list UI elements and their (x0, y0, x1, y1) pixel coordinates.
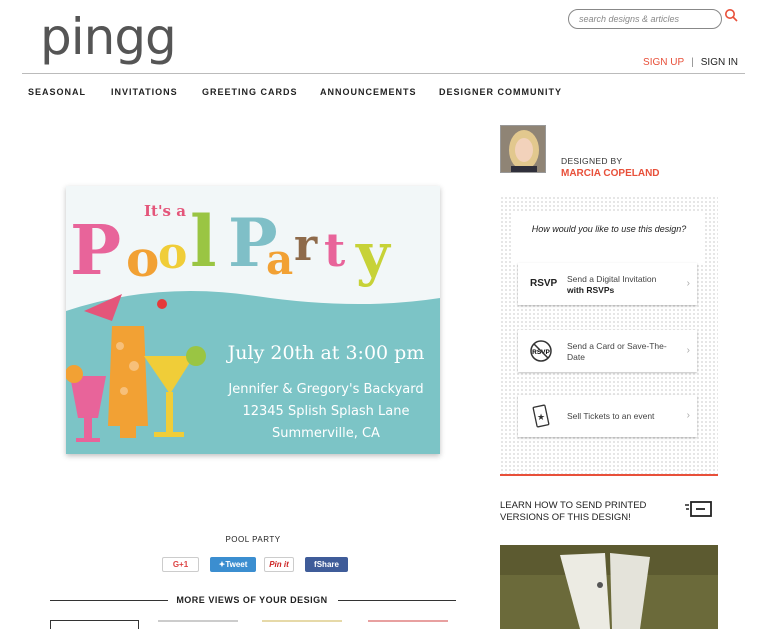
no-rsvp-icon: RSVP (530, 340, 552, 362)
send-digital-invitation-option[interactable]: RSVP Send a Digital Invitation with RSVPs… (518, 263, 697, 305)
chevron-right-icon: › (686, 345, 690, 356)
share-label: Share (316, 560, 339, 569)
divider-right (338, 600, 456, 601)
twitter-icon: ✦ (218, 560, 226, 569)
card-small-title: It's a (144, 202, 186, 220)
invitation-card-preview[interactable]: It's a P o o l P a r t y July 20th at 3:… (66, 186, 440, 454)
sell-tickets-option[interactable]: ★ Sell Tickets to an event › (518, 395, 697, 437)
usage-question: How would you like to use this design? (513, 212, 705, 264)
designer-avatar[interactable] (500, 125, 546, 173)
svg-text:y: y (355, 220, 392, 288)
nav-invitations[interactable]: INVITATIONS (111, 87, 202, 97)
view-thumbnail[interactable] (262, 620, 342, 629)
more-views-heading: MORE VIEWS OF YOUR DESIGN (176, 595, 328, 605)
auth-separator: | (691, 57, 694, 68)
card-address: 12345 Splish Splash Lane (242, 404, 410, 419)
tweet-label: Tweet (225, 560, 248, 569)
view-thumbnail[interactable] (368, 620, 448, 629)
pin-it-button[interactable]: Pin it (264, 557, 294, 572)
send-card-option[interactable]: RSVP Send a Card or Save-The-Date › (518, 330, 697, 372)
nav-announcements[interactable]: ANNOUNCEMENTS (320, 87, 439, 97)
svg-text:l: l (190, 200, 217, 283)
design-name: POOL PARTY (225, 535, 281, 544)
search-icon[interactable] (724, 8, 738, 22)
nav-seasonal[interactable]: SEASONAL (28, 87, 111, 97)
chevron-right-icon: › (686, 410, 690, 421)
option-label: Sell Tickets to an event (567, 411, 655, 421)
nav-designer-community[interactable]: DESIGNER COMMUNITY (439, 87, 569, 97)
designed-by-label: DESIGNED BY (561, 156, 623, 166)
tweet-button[interactable]: ✦ Tweet (210, 557, 256, 572)
card-location: Jennifer & Gregory's Backyard (228, 382, 424, 397)
svg-text:P: P (70, 211, 121, 291)
ticket-icon: ★ (532, 404, 550, 428)
card-city: Summerville, CA (272, 426, 380, 441)
svg-text:RSVP: RSVP (532, 349, 550, 356)
svg-text:a: a (266, 235, 293, 284)
svg-text:o: o (126, 229, 159, 288)
pingg-logo[interactable]: pingg (40, 8, 177, 66)
divider-left (50, 600, 168, 601)
designer-name-link[interactable]: MARCIA COPELAND (561, 168, 660, 179)
sign-in-link[interactable]: SIGN IN (701, 57, 738, 68)
sign-up-link[interactable]: SIGN UP (643, 57, 684, 68)
main-nav: SEASONAL INVITATIONS GREETING CARDS ANNO… (28, 87, 569, 97)
option-label: Send a Digital Invitation with RSVPs (567, 274, 657, 295)
printer-icon[interactable] (685, 499, 713, 519)
view-thumbnail[interactable] (50, 620, 139, 629)
facebook-share-button[interactable]: f Share (305, 557, 348, 572)
svg-text:t: t (324, 223, 346, 277)
option-label: Send a Card or Save-The-Date (567, 341, 667, 362)
header-divider (22, 73, 745, 74)
promo-photo[interactable] (500, 545, 718, 629)
chevron-right-icon: › (686, 278, 690, 289)
svg-text:o: o (158, 228, 187, 279)
auth-links: SIGN UP | SIGN IN (643, 57, 738, 68)
rsvp-badge: RSVP (530, 278, 558, 289)
search-input[interactable]: search designs & articles (568, 9, 722, 29)
svg-text:★: ★ (537, 412, 545, 422)
svg-text:r: r (294, 220, 318, 271)
nav-greeting-cards[interactable]: GREETING CARDS (202, 87, 320, 97)
view-thumbnail[interactable] (158, 620, 238, 629)
card-date: July 20th at 3:00 pm (227, 342, 425, 364)
google-plus-button[interactable]: G+1 (162, 557, 199, 572)
learn-printed-link[interactable]: LEARN HOW TO SEND PRINTED VERSIONS OF TH… (500, 500, 670, 524)
